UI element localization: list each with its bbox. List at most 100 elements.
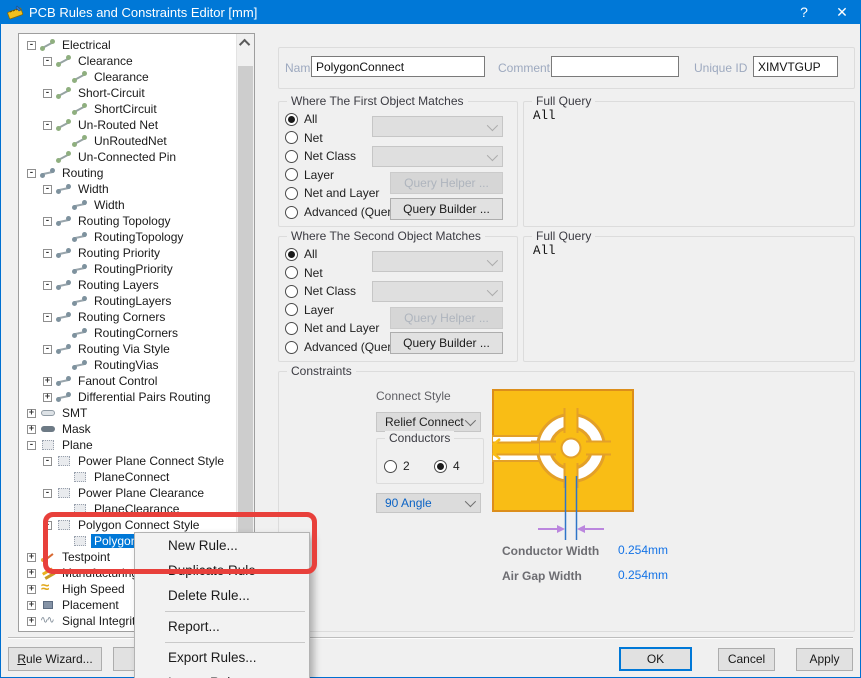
tree-item[interactable]: + Differential Pairs Routing [19,389,237,405]
tree-expand-toggle[interactable]: + [27,585,36,594]
tree-item[interactable]: - Polygon Connect Style [19,517,237,533]
tree-expand-toggle[interactable]: - [27,41,36,50]
tree-expand-toggle[interactable] [59,233,68,242]
tree-expand-toggle[interactable] [59,537,68,546]
match-radio-option[interactable]: Advanced (Query) [285,339,401,355]
context-menu-item[interactable]: Duplicate Rule [135,558,309,583]
radio-icon[interactable] [285,187,298,200]
match-radio-option[interactable]: Net Class [285,283,356,299]
second-netclass-combo[interactable] [372,281,503,302]
tree-item[interactable]: - Power Plane Clearance [19,485,237,501]
rule-wizard-button[interactable]: Rule Wizard... [8,647,102,671]
tree-expand-toggle[interactable]: - [43,313,52,322]
tree-item[interactable]: - Routing Via Style [19,341,237,357]
tree-item[interactable]: + SMT [19,405,237,421]
cancel-button[interactable]: Cancel [718,648,775,671]
match-radio-option[interactable]: Net and Layer [285,185,379,201]
context-menu-item[interactable]: Export Rules... [135,645,309,670]
tree-expand-toggle[interactable]: - [43,521,52,530]
help-icon[interactable]: ? [787,0,821,24]
conductor-radio-option[interactable]: 2 [384,458,410,474]
tree-expand-toggle[interactable]: + [27,601,36,610]
unique-id-input[interactable] [753,56,838,77]
radio-icon[interactable] [285,285,298,298]
radio-icon[interactable] [285,322,298,335]
tree-expand-toggle[interactable] [59,361,68,370]
second-query-helper-button[interactable]: Query Helper ... [390,307,503,329]
ok-button[interactable]: OK [619,647,692,671]
tree-expand-toggle[interactable]: + [27,617,36,626]
tree-item[interactable]: RoutingPriority [19,261,237,277]
tree-item[interactable]: RoutingCorners [19,325,237,341]
tree-item[interactable]: RoutingVias [19,357,237,373]
context-menu-item[interactable]: Delete Rule... [135,583,309,608]
tree-item[interactable]: - Routing [19,165,237,181]
match-radio-option[interactable]: All [285,246,317,262]
tree-item[interactable]: PlaneConnect [19,469,237,485]
tree-expand-toggle[interactable] [59,73,68,82]
tree-item[interactable]: - Width [19,181,237,197]
radio-icon[interactable] [285,266,298,279]
tree-expand-toggle[interactable]: - [43,185,52,194]
tree-item[interactable]: + Fanout Control [19,373,237,389]
tree-item[interactable]: Un-Connected Pin [19,149,237,165]
match-radio-option[interactable]: Layer [285,302,334,318]
tree-expand-toggle[interactable] [59,105,68,114]
tree-expand-toggle[interactable] [59,137,68,146]
tree-item[interactable]: RoutingLayers [19,293,237,309]
tree-item[interactable]: - Short-Circuit [19,85,237,101]
tree-expand-toggle[interactable]: + [27,553,36,562]
tree-item[interactable]: - Clearance [19,53,237,69]
match-radio-option[interactable]: Layer [285,167,334,183]
tree-item[interactable]: + Mask [19,421,237,437]
tree-expand-toggle[interactable]: - [27,441,36,450]
scrollbar-thumb[interactable] [238,66,253,536]
tree-item[interactable]: - Routing Priority [19,245,237,261]
tree-item[interactable]: - Un-Routed Net [19,117,237,133]
tree-expand-toggle[interactable] [59,329,68,338]
radio-icon[interactable] [285,303,298,316]
apply-button[interactable]: Apply [796,648,853,671]
radio-icon[interactable] [285,150,298,163]
tree-expand-toggle[interactable]: - [43,57,52,66]
name-input[interactable] [311,56,485,77]
connect-style-combo[interactable]: Relief Connect [376,412,481,432]
second-query-builder-button[interactable]: Query Builder ... [390,332,503,354]
tree-expand-toggle[interactable] [59,473,68,482]
tree-expand-toggle[interactable]: - [43,457,52,466]
context-menu-item[interactable]: Import Rules... [135,670,309,678]
tree-expand-toggle[interactable]: - [43,281,52,290]
conductor-radio-option[interactable]: 4 [434,458,460,474]
tree-expand-toggle[interactable]: - [43,345,52,354]
tree-item[interactable]: PlaneClearance [19,501,237,517]
tree-expand-toggle[interactable] [59,201,68,210]
comment-input[interactable] [551,56,679,77]
first-query-helper-button[interactable]: Query Helper ... [390,172,503,194]
tree-expand-toggle[interactable]: - [43,89,52,98]
angle-combo[interactable]: 90 Angle [376,493,481,513]
tree-item[interactable]: Clearance [19,69,237,85]
match-radio-option[interactable]: Net [285,130,323,146]
context-menu-item[interactable]: New Rule... [135,533,309,558]
tree-expand-toggle[interactable]: + [27,569,36,578]
tree-expand-toggle[interactable]: + [43,393,52,402]
tree-item[interactable]: UnRoutedNet [19,133,237,149]
tree-expand-toggle[interactable]: + [27,409,36,418]
tree-expand-toggle[interactable] [59,505,68,514]
tree-item[interactable]: - Routing Topology [19,213,237,229]
radio-icon[interactable] [285,131,298,144]
tree-expand-toggle[interactable]: - [27,169,36,178]
radio-icon[interactable] [285,168,298,181]
radio-icon[interactable] [285,206,298,219]
second-net-combo[interactable] [372,251,503,272]
tree-expand-toggle[interactable]: + [27,425,36,434]
radio-icon[interactable] [384,460,397,473]
match-radio-option[interactable]: Net and Layer [285,320,379,336]
first-netclass-combo[interactable] [372,146,503,167]
tree-expand-toggle[interactable] [43,153,52,162]
tree-expand-toggle[interactable]: + [43,377,52,386]
context-menu-item[interactable]: Report... [135,614,309,639]
match-radio-option[interactable]: Net [285,265,323,281]
radio-icon[interactable] [434,460,447,473]
tree-expand-toggle[interactable] [59,265,68,274]
